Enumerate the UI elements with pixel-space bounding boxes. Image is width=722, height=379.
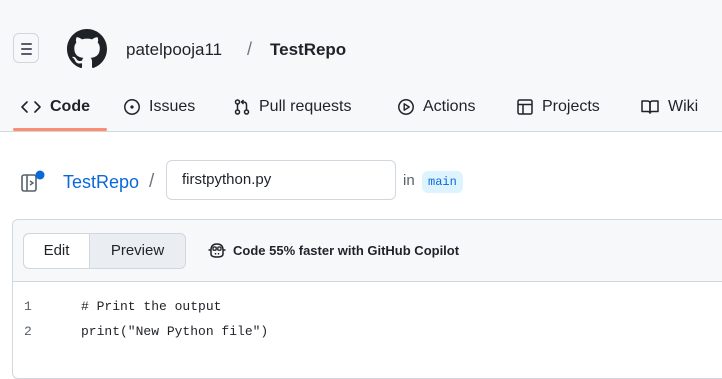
repo-header: patelpooja11 / TestRepo Code Issues Pull… bbox=[0, 0, 722, 132]
hamburger-icon bbox=[21, 43, 32, 45]
line-number: 2 bbox=[24, 324, 32, 339]
breadcrumb-separator: / bbox=[149, 171, 155, 192]
git-pull-request-icon bbox=[234, 99, 250, 115]
copilot-promo-link[interactable]: Code 55% faster with GitHub Copilot bbox=[207, 241, 459, 259]
tab-wiki[interactable]: Wiki bbox=[640, 95, 698, 119]
code-line: 1 # Print the output bbox=[13, 294, 722, 319]
tab-actions[interactable]: Actions bbox=[397, 95, 475, 119]
file-tree-toggle-icon[interactable] bbox=[21, 169, 49, 193]
header-divider bbox=[0, 131, 722, 132]
line-number: 1 bbox=[24, 299, 32, 314]
line-content: print("New Python file") bbox=[81, 324, 269, 339]
tab-label: Wiki bbox=[668, 98, 699, 115]
play-icon bbox=[398, 99, 414, 115]
path-separator: / bbox=[247, 39, 253, 59]
tab-label: Code bbox=[50, 98, 90, 115]
preview-tab-button[interactable]: Preview bbox=[90, 234, 185, 268]
owner-link[interactable]: patelpooja11 bbox=[126, 40, 222, 60]
issue-opened-icon bbox=[124, 99, 140, 115]
code-icon bbox=[21, 101, 41, 113]
tab-label: Issues bbox=[149, 98, 196, 115]
repo-link[interactable]: TestRepo bbox=[270, 40, 346, 60]
code-area[interactable]: 1 # Print the output 2 print("New Python… bbox=[13, 294, 722, 344]
book-icon bbox=[641, 100, 659, 114]
tab-issues[interactable]: Issues bbox=[123, 95, 195, 119]
breadcrumb-repo-link[interactable]: TestRepo bbox=[63, 172, 139, 193]
file-editor: Edit Preview Code 55% faster with GitHub… bbox=[12, 219, 722, 379]
table-icon bbox=[517, 99, 533, 115]
tab-label: Projects bbox=[542, 98, 600, 115]
line-content: # Print the output bbox=[81, 299, 222, 314]
github-logo[interactable] bbox=[67, 29, 107, 69]
tab-projects[interactable]: Projects bbox=[516, 95, 600, 119]
editor-toolbar: Edit Preview Code 55% faster with GitHub… bbox=[13, 220, 722, 282]
tab-label: Pull requests bbox=[259, 98, 352, 115]
copilot-promo-label: Code 55% faster with GitHub Copilot bbox=[233, 242, 460, 258]
in-label: in bbox=[403, 172, 415, 189]
tab-pull-requests[interactable]: Pull requests bbox=[233, 95, 352, 119]
code-line: 2 print("New Python file") bbox=[13, 319, 722, 344]
hamburger-menu-button[interactable] bbox=[13, 33, 39, 63]
tab-code[interactable]: Code bbox=[20, 95, 90, 119]
edit-tab-button[interactable]: Edit bbox=[24, 234, 90, 268]
copilot-icon bbox=[208, 243, 226, 258]
branch-badge: main bbox=[422, 171, 463, 193]
tab-label: Actions bbox=[423, 98, 476, 115]
filename-input[interactable]: firstpython.py bbox=[166, 160, 396, 200]
edit-preview-toggle: Edit Preview bbox=[23, 233, 186, 269]
